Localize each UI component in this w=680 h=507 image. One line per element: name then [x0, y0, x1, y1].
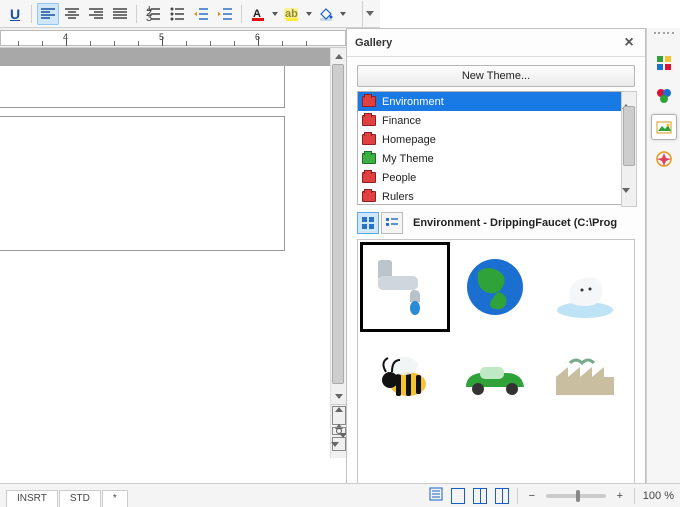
page-top[interactable]: [0, 66, 285, 108]
underline-button[interactable]: U: [4, 3, 26, 25]
document-area[interactable]: [0, 48, 330, 483]
scroll-down-button[interactable]: [331, 388, 347, 404]
font-color-dropdown[interactable]: [271, 3, 279, 25]
scroll-down-button[interactable]: [622, 193, 636, 206]
scroll-thumb[interactable]: [623, 106, 635, 166]
folder-icon: [362, 96, 376, 107]
gallery-view-bar: Environment - DrippingFaucet (C:\Prog: [357, 211, 635, 235]
decrease-indent-button[interactable]: [190, 3, 212, 25]
gallery-panel: Gallery New Theme... Environment Finance…: [346, 28, 646, 507]
close-icon[interactable]: [621, 35, 637, 51]
separator: [241, 5, 242, 23]
font-color-button[interactable]: A: [247, 3, 269, 25]
new-theme-button[interactable]: New Theme...: [357, 65, 635, 87]
formatting-toolbar: U 123 A ab: [0, 0, 380, 28]
icon-view-button[interactable]: [357, 212, 379, 234]
thumbnail-polar-bear[interactable]: [542, 244, 628, 330]
modified-cell[interactable]: *: [102, 490, 128, 507]
separator: [136, 5, 137, 23]
folder-icon: [362, 172, 376, 183]
bullet-list-button[interactable]: [166, 3, 188, 25]
zoom-level-label[interactable]: 100 %: [643, 490, 674, 502]
toolbar-overflow[interactable]: [362, 1, 376, 27]
detail-view-button[interactable]: [381, 212, 403, 234]
sidebar-styles-button[interactable]: [651, 82, 677, 108]
folder-icon: [362, 153, 376, 164]
highlight-dropdown[interactable]: [305, 3, 313, 25]
highlight-button[interactable]: ab: [281, 3, 303, 25]
status-bar-left: INSRT STD *: [0, 483, 346, 507]
multi-page-view-button[interactable]: [473, 488, 487, 504]
theme-row-finance[interactable]: Finance: [358, 111, 636, 130]
theme-row-rulers[interactable]: Rulers: [358, 187, 636, 205]
next-page-button[interactable]: [332, 437, 346, 451]
prev-page-button[interactable]: [332, 406, 346, 425]
sidebar-gallery-button[interactable]: [651, 114, 677, 140]
folder-icon: [362, 134, 376, 145]
theme-row-mytheme[interactable]: My Theme: [358, 149, 636, 168]
align-left-button[interactable]: [37, 3, 59, 25]
book-view-button[interactable]: [495, 488, 509, 504]
thumbnail-bee[interactable]: [362, 334, 448, 420]
thumbnail-earth[interactable]: [452, 244, 538, 330]
page[interactable]: [0, 116, 285, 251]
folder-icon: [362, 115, 376, 126]
theme-row-environment[interactable]: Environment: [358, 92, 636, 111]
horizontal-ruler[interactable]: 4 5 6: [0, 28, 346, 48]
sidebar-navigator-button[interactable]: [651, 146, 677, 172]
zoom-in-button[interactable]: +: [614, 490, 626, 502]
std-cell[interactable]: STD: [59, 490, 101, 507]
gallery-item-path: Environment - DrippingFaucet (C:\Prog: [413, 217, 617, 229]
single-page-view-button[interactable]: [451, 488, 465, 504]
theme-list[interactable]: Environment Finance Homepage My Theme Pe…: [357, 91, 637, 205]
document-vertical-scrollbar[interactable]: [330, 48, 346, 458]
folder-icon: [362, 191, 376, 202]
thumbnail-green-car[interactable]: [452, 334, 538, 420]
theme-row-homepage[interactable]: Homepage: [358, 130, 636, 149]
paint-bucket-dropdown[interactable]: [339, 3, 347, 25]
separator: [31, 5, 32, 23]
thumbnail-dripping-faucet[interactable]: [362, 244, 448, 330]
scroll-thumb[interactable]: [332, 64, 344, 384]
increase-indent-button[interactable]: [214, 3, 236, 25]
align-center-button[interactable]: [61, 3, 83, 25]
paint-bucket-button[interactable]: [315, 3, 337, 25]
gallery-header: Gallery: [347, 29, 645, 57]
gallery-thumbnails[interactable]: [357, 239, 635, 505]
sidebar-properties-button[interactable]: [651, 50, 677, 76]
scroll-up-button[interactable]: [331, 48, 347, 64]
grip-icon[interactable]: [654, 32, 674, 35]
zoom-slider[interactable]: [546, 494, 606, 498]
sidebar-deck: [646, 28, 680, 507]
gallery-title: Gallery: [355, 37, 392, 49]
align-right-button[interactable]: [85, 3, 107, 25]
scroll-up-button[interactable]: [622, 92, 636, 105]
numbered-list-button[interactable]: 123: [142, 3, 164, 25]
theme-row-people[interactable]: People: [358, 168, 636, 187]
insert-mode-cell[interactable]: INSRT: [6, 490, 58, 507]
status-bar-right: − + 100 %: [346, 483, 680, 507]
zoom-out-button[interactable]: −: [526, 490, 538, 502]
theme-list-scrollbar[interactable]: [621, 91, 637, 207]
align-justify-button[interactable]: [109, 3, 131, 25]
thumbnail-factory[interactable]: [542, 334, 628, 420]
outline-icon[interactable]: [429, 487, 443, 504]
